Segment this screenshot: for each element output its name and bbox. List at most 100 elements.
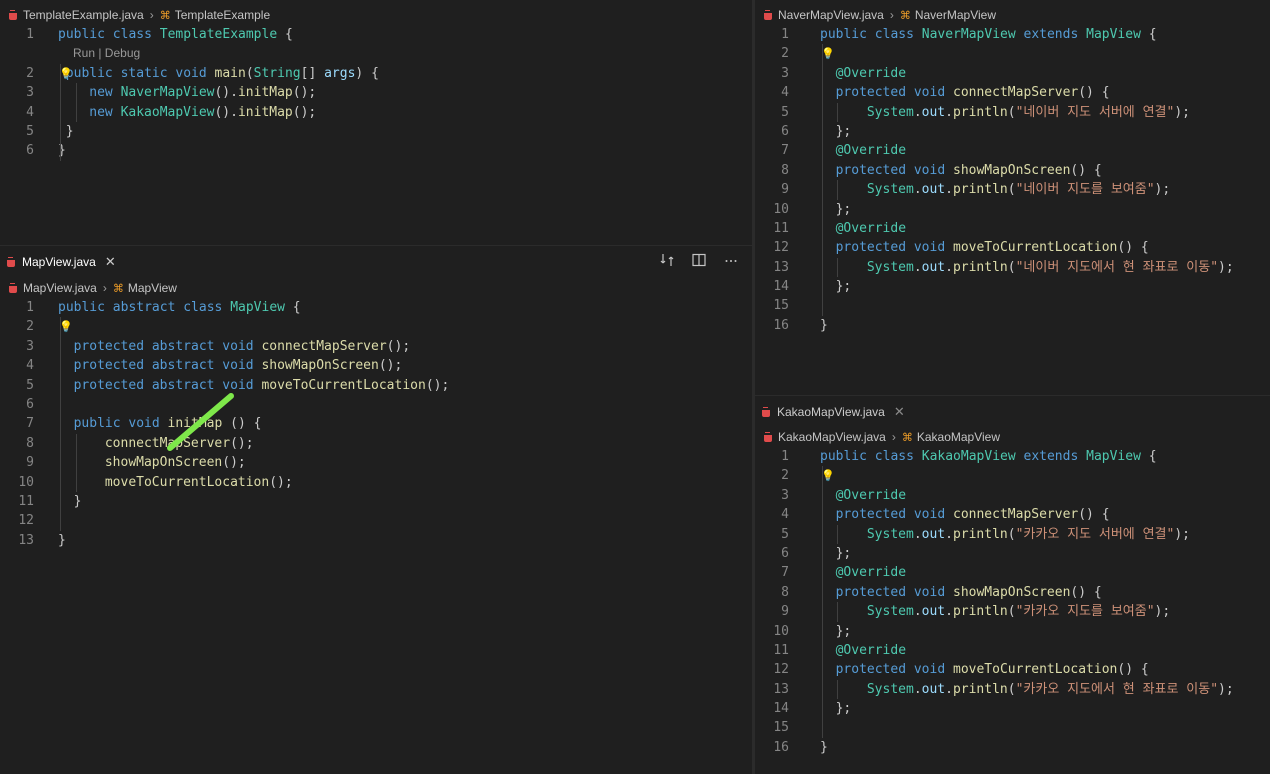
code-line[interactable]: 6} [0,141,752,161]
code-token: ); [1154,182,1171,198]
close-icon[interactable]: ✕ [105,254,116,270]
code-area[interactable]: 1 public class TemplateExample {Run | Deb… [0,25,752,161]
java-file-icon [6,256,17,268]
code-token: { [1140,449,1157,464]
code-line[interactable]: 2 💡 [0,317,752,337]
line-number: 8 [26,435,34,451]
code-line[interactable]: 3 protected abstract void connectMapServe… [0,336,752,357]
code-line[interactable]: 5 protected abstract void moveToCurrentLo… [0,375,752,395]
code-area[interactable]: 1 public class KakaoMapView extends MapVi… [755,447,1270,757]
code-line[interactable]: 2 public static void main(String[] args) … [0,63,752,84]
code-line[interactable]: 14}; [755,699,1270,719]
code-token: (); [230,435,254,451]
code-token: ); [1174,104,1190,120]
lightbulb-icon[interactable]: 💡 [59,64,73,83]
code-line[interactable]: 4 new KakaoMapView().initMap(); [0,102,752,122]
code-line[interactable]: 16} [755,738,1270,757]
split-editor-icon[interactable] [692,253,706,271]
breadcrumb-file[interactable]: TemplateExample.java [23,8,144,22]
compare-changes-icon[interactable] [660,253,674,271]
breadcrumb-file[interactable]: NaverMapView.java [778,8,884,22]
code-line[interactable]: 8 protected void showMapOnScreen() { [755,160,1270,181]
code-line[interactable]: 15 [755,296,1270,316]
code-line[interactable]: 10}; [755,621,1270,641]
code-area[interactable]: 1 public class NaverMapView extends MapVi… [755,25,1270,335]
code-line[interactable]: 13} [0,531,752,550]
code-line[interactable]: 11 @Override [755,640,1270,661]
editor-naver-mapview[interactable]: NaverMapView.java › ⌘ NaverMapView 1 publ… [755,0,1270,396]
code-line[interactable]: 8 protected void showMapOnScreen() { [755,582,1270,603]
breadcrumb-symbol[interactable]: TemplateExample [175,8,270,22]
editor-template-example[interactable]: TemplateExample.java › ⌘ TemplateExample… [0,0,752,246]
code-line[interactable]: 2 💡 [755,466,1270,486]
code-line[interactable]: 15 [755,718,1270,738]
code-line[interactable]: 13 System.out.println("카카오 지도에서 현 좌표로 이동… [755,679,1270,700]
code-line[interactable]: 13 System.out.println("네이버 지도에서 현 좌표로 이동… [755,257,1270,278]
code-line[interactable]: 5} [0,121,752,142]
code-line[interactable]: 9 showMapOnScreen(); [0,453,752,473]
indent-guide [822,505,823,525]
line-number: 7 [781,565,789,581]
breadcrumb-file[interactable]: MapView.java [23,281,97,295]
code-line[interactable]: 8 connectMapServer(); [0,433,752,454]
code-line[interactable]: 6}; [755,121,1270,142]
code-line[interactable]: 10 moveToCurrentLocation(); [0,472,752,492]
indent-guide [76,453,77,473]
lightbulb-icon[interactable]: 💡 [59,317,73,336]
lightbulb-icon[interactable]: 💡 [821,466,835,485]
vertical-sash[interactable] [752,0,755,774]
code-line[interactable]: 4 protected abstract void showMapOnScreen… [0,356,752,376]
line-number: 10 [773,201,789,217]
code-line[interactable]: 4 protected void connectMapServer() { [755,83,1270,103]
code-line[interactable]: 3 new NaverMapView().initMap(); [0,83,752,103]
codelens[interactable]: Run | Debug [0,44,752,63]
code-token: () { [1078,85,1110,101]
code-line[interactable]: 1 public class TemplateExample { [0,25,752,44]
code-token: KakaoMapView [120,104,215,120]
breadcrumb-symbol[interactable]: KakaoMapView [917,430,1000,444]
code-line[interactable]: 6}; [755,543,1270,564]
breadcrumb-symbol[interactable]: NaverMapView [915,8,996,22]
horizontal-sash-left[interactable] [0,245,752,246]
codelens-run-debug[interactable]: Run | Debug [73,44,140,63]
code-line[interactable]: 5 System.out.println("네이버 지도 서버에 연결"); [755,102,1270,122]
code-line[interactable]: 3 @Override [755,485,1270,506]
code-line[interactable]: 7 @Override [755,563,1270,583]
code-line[interactable]: 2 💡 [755,44,1270,64]
code-line[interactable]: 7 @Override [755,141,1270,161]
code-line[interactable]: 16} [755,316,1270,335]
code-line[interactable]: 12 protected void moveToCurrentLocation()… [755,660,1270,680]
code-line[interactable]: 5 System.out.println("카카오 지도 서버에 연결"); [755,524,1270,544]
editor-mapview[interactable]: MapView.java ✕ MapView.java › ⌘ MapView … [0,246,752,774]
code-area[interactable]: 1 public abstract class MapView {2 💡 3 prote… [0,298,752,550]
code-line[interactable]: 3 @Override [755,63,1270,84]
code-token: protected abstract void [73,338,262,354]
more-actions-icon[interactable] [724,253,738,271]
lightbulb-icon[interactable]: 💡 [821,44,835,63]
tab-kakao-mapview[interactable]: KakaoMapView.java ✕ [755,396,915,429]
tab-mapview[interactable]: MapView.java ✕ [0,246,126,279]
code-token: (); [222,455,246,471]
line-number: 12 [773,240,789,256]
code-line[interactable]: 12 protected void moveToCurrentLocation()… [755,238,1270,258]
breadcrumb-file[interactable]: KakaoMapView.java [778,430,886,444]
code-line[interactable]: 11} [0,491,752,512]
code-line[interactable]: 1 public class KakaoMapView extends MapVi… [755,447,1270,466]
code-token: showMapOnScreen [261,358,379,374]
code-line[interactable]: 9 System.out.println("네이버 지도를 보여줌"); [755,180,1270,200]
code-line[interactable]: 7 public void initMap () { [0,414,752,434]
horizontal-sash-right[interactable] [755,395,1270,396]
code-line[interactable]: 1 public abstract class MapView { [0,298,752,317]
code-line[interactable]: 11 @Override [755,218,1270,239]
editor-kakao-mapview[interactable]: KakaoMapView.java ✕ KakaoMapView.java › … [755,396,1270,774]
code-line[interactable]: 14}; [755,277,1270,297]
code-line[interactable]: 1 public class NaverMapView extends MapVi… [755,25,1270,44]
code-line[interactable]: 9 System.out.println("카카오 지도를 보여줌"); [755,602,1270,622]
close-icon[interactable]: ✕ [894,404,905,420]
code-line[interactable]: 12 [0,511,752,531]
breadcrumb-symbol[interactable]: MapView [128,281,177,295]
code-line[interactable]: 4 protected void connectMapServer() { [755,505,1270,525]
code-line[interactable]: 10}; [755,199,1270,219]
code-line[interactable]: 6 [0,394,752,415]
